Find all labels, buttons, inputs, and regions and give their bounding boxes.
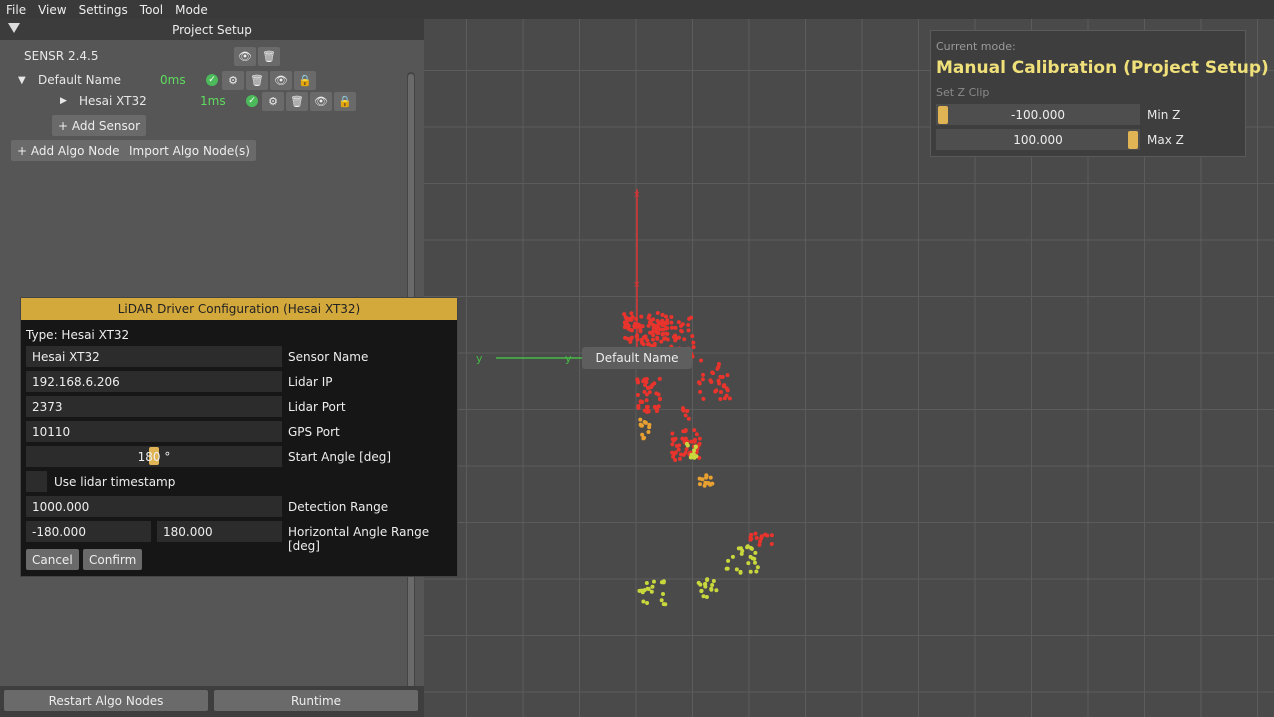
max-z-label: Max Z bbox=[1147, 133, 1184, 147]
detection-range-field[interactable]: 1000.000 bbox=[26, 496, 282, 517]
add-algo-node-button[interactable]: + Add Algo Node bbox=[11, 140, 126, 161]
max-z-slider[interactable]: 100.000 bbox=[936, 129, 1140, 150]
status-ok-icon: ✓ bbox=[246, 95, 258, 107]
lidar-ip-field[interactable]: 192.168.6.206 bbox=[26, 371, 282, 392]
menu-mode[interactable]: Mode bbox=[169, 3, 214, 17]
gps-port-field[interactable]: 10110 bbox=[26, 421, 282, 442]
status-ok-icon: ✓ bbox=[206, 74, 218, 86]
max-z-value: 100.000 bbox=[1013, 132, 1063, 147]
add-sensor-button[interactable]: + Add Sensor bbox=[52, 115, 147, 136]
sensor-name-label: Sensor Name bbox=[288, 350, 369, 364]
eye-icon[interactable]: 👁 bbox=[310, 91, 332, 111]
node-latency: 0ms bbox=[160, 73, 186, 87]
trash-icon[interactable]: 🗑 bbox=[246, 70, 268, 90]
version-text: SENSR 2.4.5 bbox=[24, 49, 99, 63]
h-angle-min-field[interactable]: -180.000 bbox=[26, 521, 151, 542]
lidar-ip-label: Lidar IP bbox=[288, 375, 333, 389]
gear-icon[interactable]: ⚙ bbox=[222, 70, 244, 90]
axis-y-label-2: y bbox=[565, 352, 572, 365]
sensor-row[interactable]: ▶ Hesai XT32 1ms ✓ ⚙ 🗑 👁 🔒 bbox=[60, 91, 358, 111]
lidar-timestamp-label: Use lidar timestamp bbox=[54, 475, 176, 489]
expand-icon[interactable]: ▶ bbox=[60, 96, 79, 106]
panel-header[interactable]: Project Setup bbox=[0, 19, 424, 40]
expand-icon[interactable]: ▼ bbox=[18, 75, 38, 86]
svg-text:×: × bbox=[633, 190, 641, 200]
menu-file[interactable]: File bbox=[0, 3, 32, 17]
sensor-name-field[interactable]: Hesai XT32 bbox=[26, 346, 282, 367]
collapse-icon[interactable] bbox=[8, 23, 20, 33]
trash-icon[interactable]: 🗑 bbox=[286, 91, 308, 111]
runtime-button[interactable]: Runtime bbox=[214, 690, 418, 711]
eye-icon[interactable]: 👁 bbox=[270, 70, 292, 90]
svg-text:×: × bbox=[633, 280, 641, 290]
start-angle-value: 180 ° bbox=[137, 449, 171, 464]
node-name: Default Name bbox=[38, 73, 122, 87]
gear-icon[interactable]: ⚙ bbox=[262, 91, 284, 111]
min-z-label: Min Z bbox=[1147, 108, 1181, 122]
mode-clip-panel: Current mode: Manual Calibration (Projec… bbox=[930, 30, 1269, 157]
min-z-value: -100.000 bbox=[1011, 107, 1065, 122]
h-angle-max-field[interactable]: 180.000 bbox=[157, 521, 282, 542]
restart-algo-nodes-button[interactable]: Restart Algo Nodes bbox=[4, 690, 208, 711]
lidar-config-dialog: LiDAR Driver Configuration (Hesai XT32) … bbox=[20, 297, 458, 577]
axis-y-label: y bbox=[476, 352, 483, 365]
start-angle-slider[interactable]: 180 ° bbox=[26, 446, 282, 467]
lock-icon[interactable]: 🔒 bbox=[334, 91, 356, 111]
h-angle-label: Horizontal Angle Range [deg] bbox=[288, 525, 430, 553]
menu-settings[interactable]: Settings bbox=[73, 3, 134, 17]
eye-icon[interactable]: 👁 bbox=[234, 46, 256, 66]
lidar-port-field[interactable]: 2373 bbox=[26, 396, 282, 417]
import-algo-node-button[interactable]: Import Algo Node(s) bbox=[123, 140, 256, 161]
set-z-clip-label: Set Z Clip bbox=[936, 86, 990, 99]
dialog-title: LiDAR Driver Configuration (Hesai XT32) bbox=[21, 298, 457, 320]
menu-view[interactable]: View bbox=[32, 3, 72, 17]
trash-icon[interactable]: 🗑 bbox=[258, 46, 280, 66]
detection-range-label: Detection Range bbox=[288, 500, 389, 514]
menu-tool[interactable]: Tool bbox=[134, 3, 169, 17]
min-z-grab[interactable] bbox=[938, 106, 948, 124]
start-angle-label: Start Angle [deg] bbox=[288, 450, 392, 464]
node-label-badge[interactable]: Default Name bbox=[582, 347, 692, 369]
current-mode-label: Current mode: bbox=[936, 40, 1016, 53]
current-mode-title: Manual Calibration (Project Setup) bbox=[936, 58, 1269, 78]
lidar-timestamp-checkbox[interactable] bbox=[26, 471, 47, 492]
lock-icon[interactable]: 🔒 bbox=[294, 70, 316, 90]
confirm-button[interactable]: Confirm bbox=[83, 549, 143, 570]
sensor-name: Hesai XT32 bbox=[79, 94, 147, 108]
bottom-bar: Restart Algo Nodes Runtime bbox=[0, 686, 424, 717]
cancel-button[interactable]: Cancel bbox=[26, 549, 79, 570]
min-z-slider[interactable]: -100.000 bbox=[936, 104, 1140, 125]
version-row: SENSR 2.4.5 👁 🗑 bbox=[24, 46, 294, 66]
gps-port-label: GPS Port bbox=[288, 425, 340, 439]
panel-title: Project Setup bbox=[172, 22, 252, 37]
menu-bar: File View Settings Tool Mode bbox=[0, 0, 1274, 19]
node-row[interactable]: ▼ Default Name 0ms ✓ ⚙ 🗑 👁 🔒 bbox=[18, 70, 318, 90]
max-z-grab[interactable] bbox=[1128, 131, 1138, 149]
type-label: Type: Hesai XT32 bbox=[26, 328, 130, 342]
sensor-latency: 1ms bbox=[200, 94, 226, 108]
lidar-port-label: Lidar Port bbox=[288, 400, 346, 414]
